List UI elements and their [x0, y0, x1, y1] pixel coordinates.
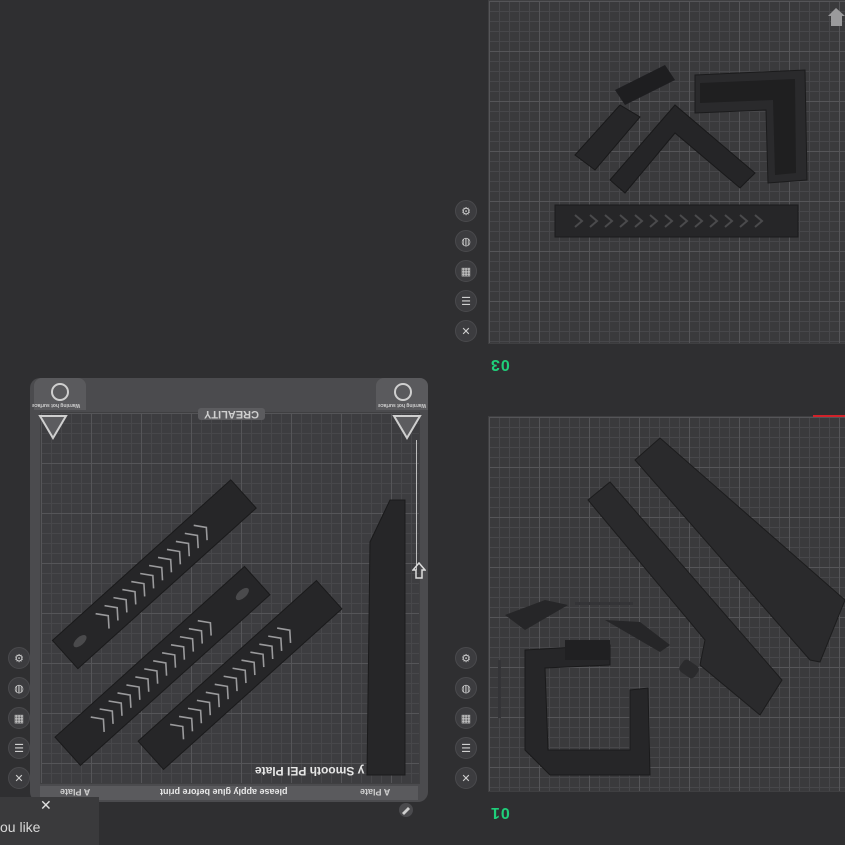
close-icon: ✕ — [461, 325, 471, 338]
plate-02-edge-line — [416, 440, 417, 570]
plate-03-settings-button[interactable]: ⚙ — [455, 200, 477, 222]
pencil-icon — [399, 803, 413, 817]
thermometer-icon — [51, 383, 69, 401]
part-small-1 — [505, 600, 568, 630]
plate-01-arrange-button[interactable]: ▦ — [455, 707, 477, 729]
filament-icon: ◍ — [461, 235, 471, 248]
list-icon: ☰ — [14, 742, 24, 755]
close-icon: ✕ — [461, 772, 471, 785]
plate-02-warning-right: Warning hot surface — [378, 402, 427, 408]
plate-01-number: 01 — [490, 804, 510, 821]
toast-message: ou like — [0, 819, 41, 835]
plate-03-parts[interactable] — [540, 55, 840, 245]
x-axis-line — [813, 415, 845, 417]
thermometer-icon — [394, 383, 412, 401]
auto-arrange-icon: ▦ — [460, 712, 472, 725]
home-icon[interactable] — [828, 6, 845, 28]
plate-03-close-button[interactable]: ✕ — [455, 320, 477, 342]
auto-arrange-icon: ▦ — [13, 712, 25, 725]
plate-01-filament-button[interactable]: ◍ — [455, 677, 477, 699]
part-small-2 — [679, 659, 699, 679]
plate-03-number: 03 — [490, 356, 510, 373]
plate-01-close-button[interactable]: ✕ — [455, 767, 477, 789]
plate-02-arrange-button[interactable]: ▦ — [8, 707, 30, 729]
gear-icon: ⚙ — [461, 652, 471, 665]
auto-arrange-icon: ▦ — [460, 265, 472, 278]
plate-02-filament-button[interactable]: ◍ — [8, 677, 30, 699]
gear-icon: ⚙ — [14, 652, 24, 665]
plate-03-arrange-button[interactable]: ▦ — [455, 260, 477, 282]
filament-icon: ◍ — [461, 682, 471, 695]
toast-close-button[interactable]: ✕ — [40, 797, 52, 814]
filament-icon: ◍ — [14, 682, 24, 695]
plate-02-glue-notice: please apply glue before print — [160, 787, 288, 797]
plate-02-warning-left: Warning hot surface — [32, 402, 81, 408]
plate-02-surface-label: y Smooth PEI Plate — [255, 764, 365, 778]
plate-01-list-button[interactable]: ☰ — [455, 737, 477, 759]
close-icon: ✕ — [14, 772, 24, 785]
plate-01-settings-button[interactable]: ⚙ — [455, 647, 477, 669]
list-icon: ☰ — [461, 742, 471, 755]
plate-02-close-button[interactable]: ✕ — [8, 767, 30, 789]
plate-03-filament-button[interactable]: ◍ — [455, 230, 477, 252]
gear-icon: ⚙ — [461, 205, 471, 218]
plate-02-brand: CREALITY — [198, 408, 265, 420]
plate-02-list-button[interactable]: ☰ — [8, 737, 30, 759]
close-icon: ✕ — [40, 797, 52, 813]
warning-triangle-icon — [392, 415, 422, 440]
part-vertical-post — [366, 499, 406, 776]
plate-02-side-a-right: A Plate — [360, 787, 391, 797]
plate-01-parts[interactable] — [490, 430, 845, 790]
plate-02-settings-button[interactable]: ⚙ — [8, 647, 30, 669]
warning-triangle-icon — [38, 415, 68, 440]
part-square-frame — [524, 644, 651, 776]
plate-02-side-a-left: A Plate — [60, 787, 91, 797]
drag-handle-icon[interactable] — [412, 562, 426, 580]
plate-02-parts[interactable] — [45, 460, 415, 780]
plate-03-list-button[interactable]: ☰ — [455, 290, 477, 312]
list-icon: ☰ — [461, 295, 471, 308]
